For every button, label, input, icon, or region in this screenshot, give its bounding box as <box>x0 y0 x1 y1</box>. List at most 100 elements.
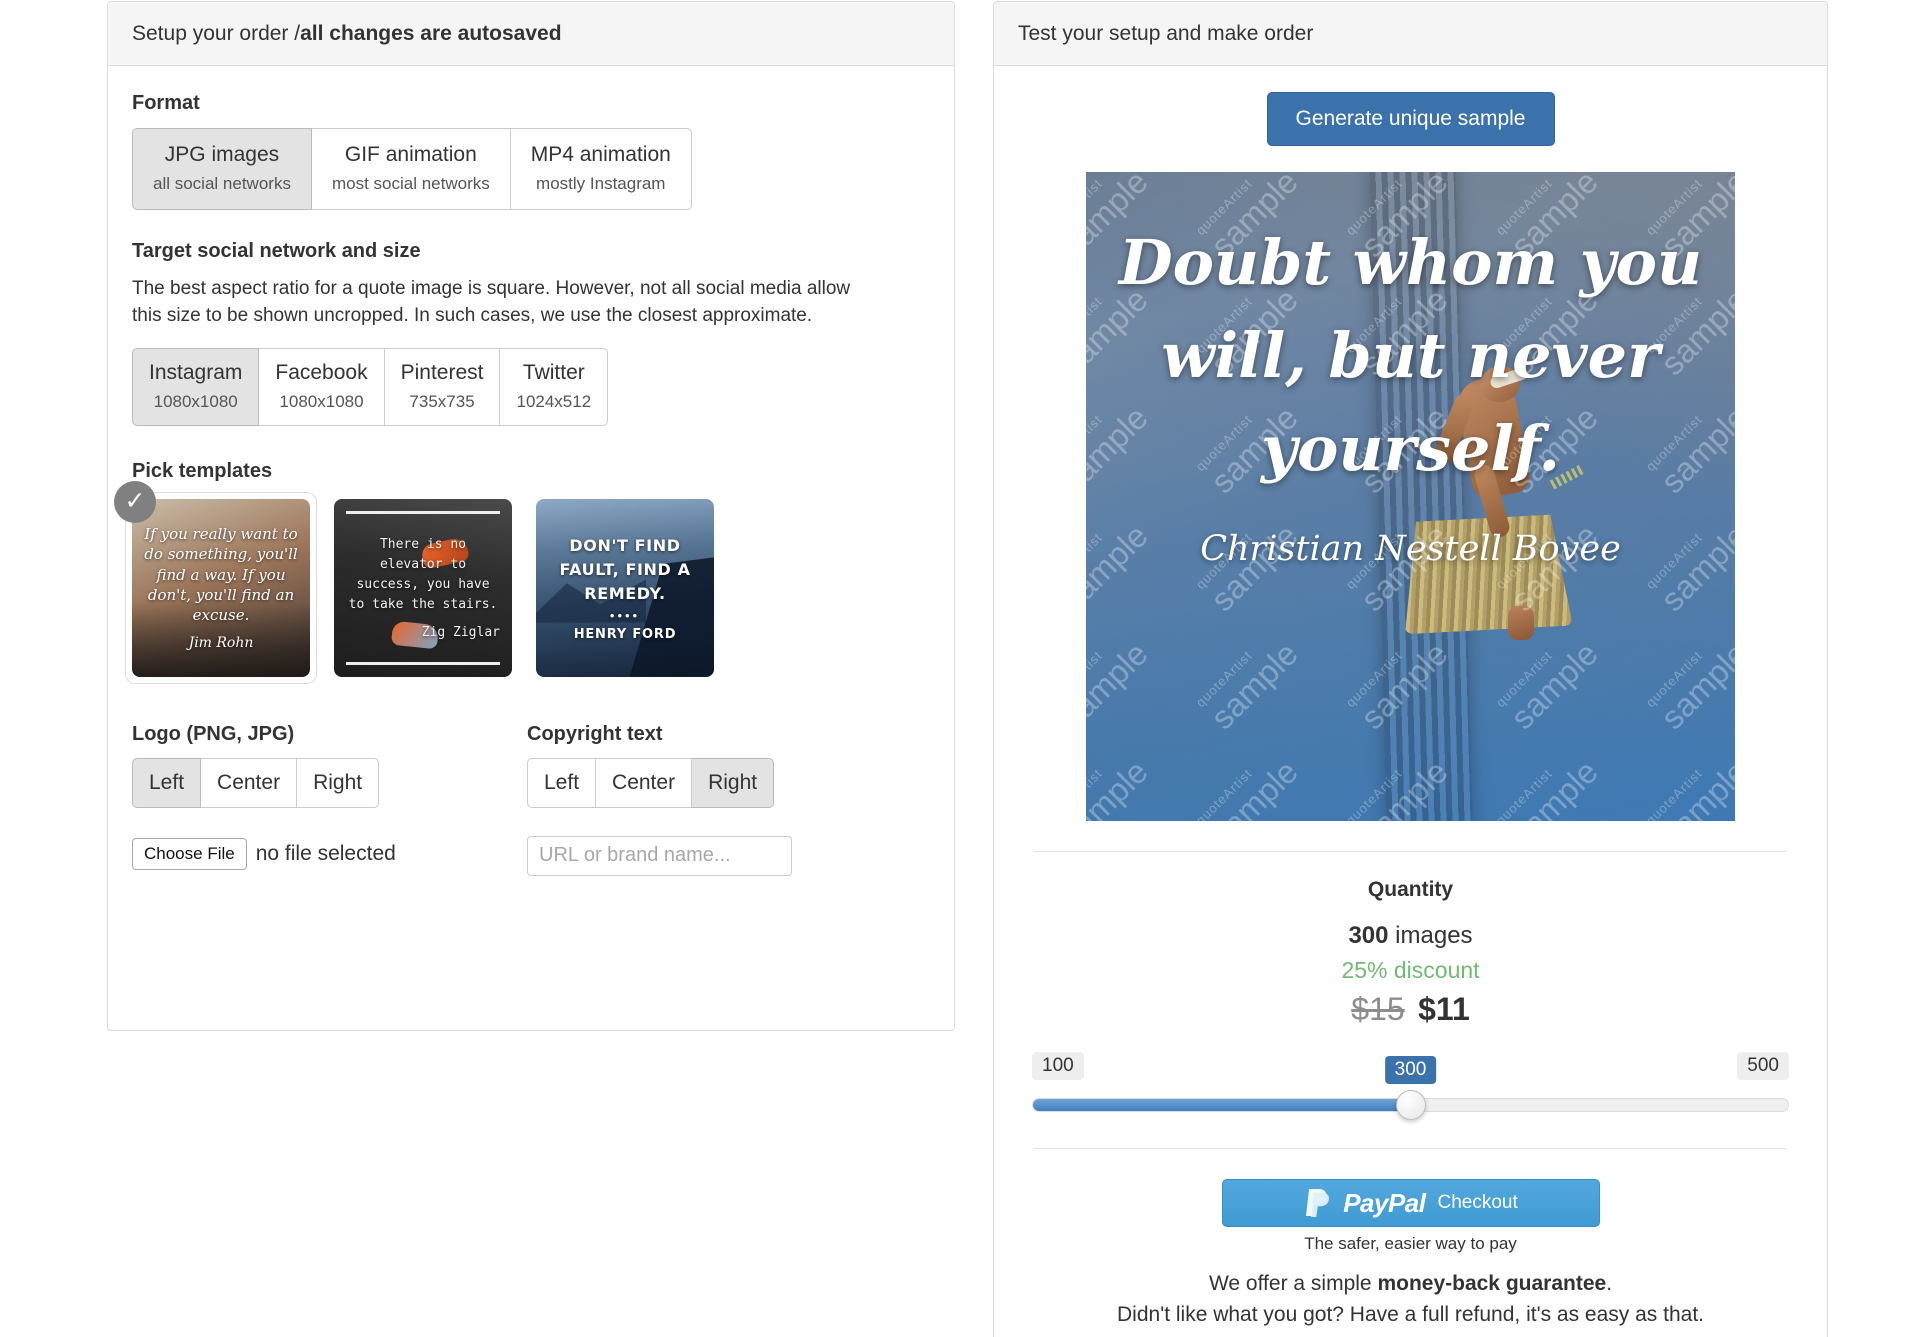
slider-labels: 100 300 500 <box>1032 1052 1789 1084</box>
template-item-2[interactable]: There is no elevator to success, you hav… <box>334 498 512 677</box>
format-section-title: Format <box>132 92 200 114</box>
template-thumb-2-text: There is no elevator to success, you hav… <box>334 535 512 641</box>
pick-templates-title: Pick templates <box>132 459 273 482</box>
slider-max-label: 500 <box>1737 1052 1789 1080</box>
template-item-3[interactable]: Don't find fault, find a remedy. •••• He… <box>536 498 714 677</box>
logo-file-row: Choose File no file selected <box>132 837 527 870</box>
logo-copyright-row: Logo (PNG, JPG) Left Center Right Choose… <box>132 723 930 876</box>
copyright-align-group: Left Center Right <box>527 757 775 808</box>
setup-order-header: Setup your order / all changes are autos… <box>108 2 954 66</box>
network-option-facebook-size: 1080x1080 <box>279 392 364 412</box>
format-option-gif-label: GIF animation <box>344 143 477 166</box>
copyright-align-center[interactable]: Center <box>596 757 693 808</box>
target-network-title: Target social network and size <box>132 239 421 262</box>
format-option-jpg-sub: all social networks <box>153 174 291 194</box>
price-original: $15 <box>1351 991 1405 1027</box>
sample-image-wrap: Doubt whom you will, but never yourself.… <box>994 172 1827 821</box>
guarantee-line: We offer a simple money-back guarantee. <box>994 1272 1827 1296</box>
paypal-subtitle: The safer, easier way to pay <box>1304 1234 1517 1253</box>
template-1-author: Jim Rohn <box>188 635 254 652</box>
format-option-gif-sub: most social networks <box>331 174 490 194</box>
template-3-quote: Don't find fault, find a remedy. <box>559 535 691 603</box>
network-option-pinterest-size: 735x735 <box>409 392 475 412</box>
sample-quote-image[interactable]: Doubt whom you will, but never yourself.… <box>1086 172 1735 821</box>
format-option-mp4-label: MP4 animation <box>530 143 671 166</box>
slider-handle[interactable] <box>1395 1090 1426 1120</box>
template-3-author: Henry Ford <box>573 626 677 642</box>
logo-align-center[interactable]: Center <box>201 757 298 808</box>
copyright-align-left[interactable]: Left <box>527 757 597 808</box>
logo-align-left[interactable]: Left <box>132 757 202 808</box>
copyright-column: Copyright text Left Center Right <box>527 723 887 876</box>
slider-min-label: 100 <box>1032 1052 1084 1080</box>
target-network-button-group: Instagram 1080x1080 Facebook 1080x1080 P… <box>132 347 609 426</box>
copyright-align-right[interactable]: Right <box>692 757 775 808</box>
copyright-title: Copyright text <box>527 722 663 745</box>
sample-quote-author: Christian Nestell Bovee <box>1200 529 1621 569</box>
logo-align-center-label: Center <box>217 770 281 794</box>
test-order-header: Test your setup and make order <box>994 2 1827 66</box>
check-icon: ✓ <box>114 480 156 523</box>
network-option-facebook[interactable]: Facebook 1080x1080 <box>259 347 385 426</box>
quantity-count: 300 <box>1348 922 1389 949</box>
network-option-twitter-label: Twitter <box>522 360 585 384</box>
paypal-checkout-label: Checkout <box>1437 1192 1518 1213</box>
template-2-bottom-bar <box>346 661 500 665</box>
logo-align-right-label: Right <box>313 770 363 794</box>
quantity-images-line: 300 images <box>994 922 1827 950</box>
template-item-1[interactable]: ✓ If you really want to do something, yo… <box>114 480 317 684</box>
generate-sample-wrap: Generate unique sample <box>994 92 1827 146</box>
network-option-pinterest[interactable]: Pinterest 735x735 <box>384 347 501 426</box>
setup-order-body: Format JPG images all social networks GI… <box>108 66 954 906</box>
copyright-align-right-label: Right <box>708 770 758 794</box>
template-thumb-1[interactable]: If you really want to do something, you'… <box>132 498 310 677</box>
quantity-slider-track[interactable] <box>1032 1090 1789 1120</box>
sample-quote-body: Doubt whom you will, but never yourself. <box>1118 226 1703 485</box>
network-option-instagram-size: 1080x1080 <box>153 392 238 412</box>
sample-quote-text: Doubt whom you will, but never yourself.… <box>1086 172 1735 821</box>
price-row: $15 $11 <box>994 991 1827 1028</box>
slider-fill <box>1033 1099 1411 1111</box>
guarantee-bold: money-back guarantee <box>1377 1272 1607 1295</box>
template-2-author: Zig Ziglar <box>421 625 500 641</box>
quantity-unit: images <box>1395 922 1473 949</box>
format-option-jpg-label: JPG images <box>164 143 280 166</box>
format-option-mp4-sub: mostly Instagram <box>536 174 666 194</box>
template-thumb-2[interactable]: There is no elevator to success, you hav… <box>334 498 512 677</box>
copyright-text-input[interactable] <box>527 835 792 876</box>
template-3-dots: •••• <box>609 607 641 623</box>
template-thumb-1-text: If you really want to do something, you'… <box>132 524 310 651</box>
paypal-logo-icon <box>1303 1187 1333 1219</box>
template-thumb-3[interactable]: Don't find fault, find a remedy. •••• He… <box>536 498 714 677</box>
quantity-slider-box: 100 300 500 <box>1032 1052 1789 1120</box>
format-option-mp4[interactable]: MP4 animation mostly Instagram <box>510 128 692 210</box>
price-discounted: $11 <box>1418 991 1470 1027</box>
copyright-align-left-label: Left <box>544 770 580 794</box>
quantity-title: Quantity <box>1367 878 1454 901</box>
template-2-quote: There is no elevator to success, you hav… <box>348 536 498 613</box>
network-option-facebook-label: Facebook <box>275 360 368 384</box>
guarantee-suffix: . <box>1606 1272 1613 1295</box>
guarantee-prefix: We offer a simple <box>1208 1272 1378 1295</box>
network-option-pinterest-label: Pinterest <box>400 360 484 384</box>
order-setup-page: Setup your order / all changes are autos… <box>0 0 1920 1337</box>
paypal-wordmark: PayPal <box>1343 1187 1426 1218</box>
target-network-description: The best aspect ratio for a quote image … <box>132 277 851 326</box>
choose-file-button[interactable]: Choose File <box>132 837 247 870</box>
divider <box>1034 851 1787 852</box>
test-order-panel: Test your setup and make order Generate … <box>993 1 1828 1337</box>
network-option-twitter[interactable]: Twitter 1024x512 <box>500 347 609 426</box>
setup-order-header-normal: Setup your order / <box>132 21 301 45</box>
copyright-align-center-label: Center <box>612 770 676 794</box>
format-button-group: JPG images all social networks GIF anima… <box>132 128 692 210</box>
paypal-checkout-button[interactable]: PayPal Checkout <box>1221 1179 1600 1227</box>
slider-current-value: 300 <box>1384 1056 1437 1084</box>
guarantee-line-2: Didn't like what you got? Have a full re… <box>1117 1303 1704 1326</box>
network-option-instagram[interactable]: Instagram 1080x1080 <box>132 347 260 426</box>
setup-order-header-bold: all changes are autosaved <box>300 21 562 45</box>
discount-label: 25% discount <box>1341 957 1480 983</box>
format-option-gif[interactable]: GIF animation most social networks <box>311 128 511 210</box>
logo-align-right[interactable]: Right <box>297 757 380 808</box>
format-option-jpg[interactable]: JPG images all social networks <box>132 128 312 210</box>
generate-sample-button[interactable]: Generate unique sample <box>1266 92 1555 146</box>
